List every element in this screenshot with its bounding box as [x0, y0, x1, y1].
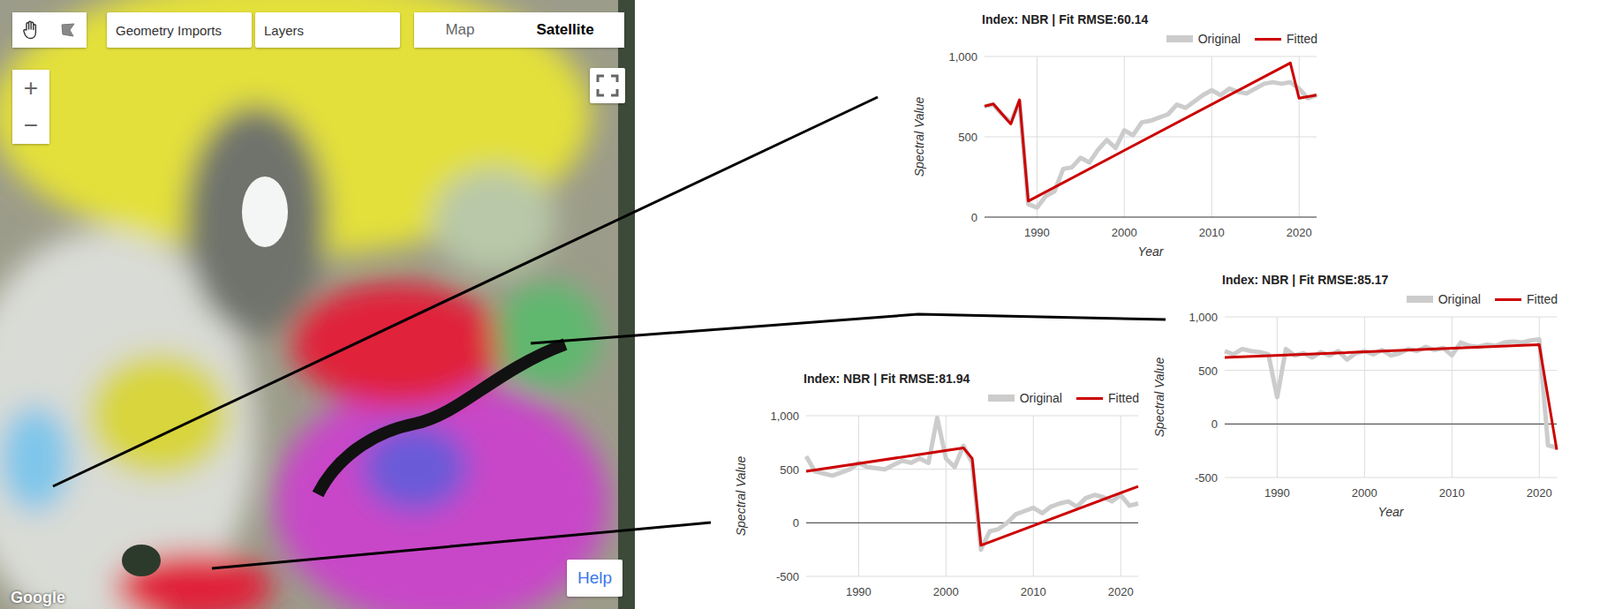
x-tick-label: 2010 — [1439, 486, 1465, 500]
grid-line — [806, 522, 1139, 524]
fitted-series — [984, 62, 1317, 202]
grid-line — [1224, 369, 1557, 371]
fullscreen-button[interactable] — [589, 67, 626, 104]
x-tick-label: 1990 — [1024, 226, 1050, 240]
y-tick-label: -500 — [1194, 471, 1218, 485]
original-swatch — [1406, 295, 1434, 303]
zoom-button[interactable]: + — [12, 69, 50, 107]
grid-line — [1033, 415, 1034, 577]
original-series — [984, 82, 1317, 208]
legend-item: Fitted — [1076, 391, 1140, 406]
chart-plot: 0 500 1,000 1990 2000 2010 2020 Spectral Value Y… — [907, 49, 1323, 267]
x-axis-label: Year — [1378, 505, 1405, 520]
y-tick-label: 500 — [1198, 364, 1218, 378]
legend-item: Original — [988, 391, 1063, 406]
x-tick-label: 2000 — [1111, 226, 1138, 240]
x-tick-label: 2000 — [933, 585, 959, 599]
chart-legend: Original Fitted — [1147, 288, 1563, 310]
map-attribution: Google — [10, 588, 66, 608]
satellite-imagery — [0, 0, 635, 609]
help-button[interactable]: Help — [566, 559, 623, 597]
grid-line — [1451, 316, 1453, 478]
leader-lines — [0, 0, 1600, 609]
x-tick-label: 2010 — [1199, 226, 1225, 240]
grid-line — [984, 217, 1317, 219]
y-axis-label: Spectral Value — [912, 97, 927, 178]
fitted-series — [806, 447, 1139, 545]
fitted-swatch — [1494, 298, 1522, 302]
polygon-icon — [59, 21, 77, 39]
zoom-button[interactable]: − — [12, 106, 50, 144]
geometry-imports-button[interactable]: Geometry Imports — [106, 12, 252, 48]
chart-legend: Original Fitted — [907, 28, 1323, 50]
map-type-button[interactable]: Satellite — [505, 12, 625, 48]
fitted-swatch — [1254, 37, 1282, 41]
chart-title: Index: NBR | Fit RMSE:81.94 — [729, 369, 1145, 388]
original-swatch — [1166, 35, 1193, 43]
map-type-toggle: MapSatellite — [414, 12, 625, 48]
legend-item: Original — [1406, 292, 1481, 307]
y-tick-label: 0 — [1211, 417, 1218, 431]
leader-line — [211, 522, 711, 569]
map[interactable]: Geometry ImportsLayers MapSatellite +− Help… — [0, 0, 635, 609]
leader-line — [52, 97, 878, 487]
x-tick-label: 2020 — [1286, 226, 1313, 240]
grid-line — [1224, 423, 1557, 425]
y-tick-label: 1,000 — [769, 409, 800, 423]
time-series-chart: Index: NBR | Fit RMSE:85.17 Original Fitte… — [1147, 271, 1563, 528]
chart-plot: -500 0 500 1,000 1990 2000 2010 2020 Spectral Va… — [1147, 309, 1563, 528]
y-axis-label: Spectral Value — [1152, 357, 1167, 438]
y-axis-label: Spectral Value — [733, 456, 748, 537]
chart-plot: -500 0 500 1,000 1990 2000 2010 2020 Spectral Va… — [729, 408, 1145, 605]
page: Geometry ImportsLayers MapSatellite +− Help… — [0, 0, 1600, 609]
chart-legend: Original Fitted — [729, 387, 1145, 409]
layers-button[interactable]: Layers — [255, 12, 400, 48]
y-tick-label: 1,000 — [948, 50, 978, 64]
y-tick-label: 0 — [792, 516, 800, 530]
x-tick-label: 2000 — [1351, 486, 1378, 500]
y-tick-label: 500 — [958, 130, 978, 144]
pan-tool[interactable] — [12, 12, 50, 48]
time-series-chart: Index: NBR | Fit RMSE:60.14 Original Fitte… — [907, 10, 1323, 267]
y-tick-label: -500 — [776, 570, 800, 584]
grid-line — [1224, 316, 1557, 318]
hand-icon — [22, 20, 40, 40]
leader-line — [530, 314, 1166, 344]
legend-item: Original — [1166, 31, 1241, 46]
fitted-swatch — [1076, 397, 1103, 400]
chart-title: Index: NBR | Fit RMSE:60.14 — [907, 10, 1323, 29]
x-tick-label: 2010 — [1020, 585, 1047, 599]
grid-line — [806, 415, 1139, 417]
drawing-tools — [12, 12, 87, 48]
grid-line — [1364, 316, 1366, 478]
legend-item: Fitted — [1254, 31, 1318, 46]
grid-line — [1224, 477, 1557, 479]
polygon-tool[interactable] — [49, 12, 87, 48]
y-tick-label: 500 — [779, 463, 800, 477]
map-toolbar: Geometry ImportsLayers MapSatellite — [12, 12, 625, 48]
map-type-button[interactable]: Map — [414, 12, 506, 48]
chart-title: Index: NBR | Fit RMSE:85.17 — [1147, 271, 1563, 289]
x-tick-label: 1990 — [1264, 486, 1291, 500]
time-series-chart: Index: NBR | Fit RMSE:81.94 Original Fitte… — [729, 369, 1145, 605]
grid-line — [858, 415, 860, 577]
x-axis-label: Year — [1138, 244, 1165, 259]
grid-line — [945, 415, 947, 577]
x-tick-label: 2020 — [1108, 585, 1134, 599]
y-tick-label: 1,000 — [1188, 310, 1218, 325]
zoom-control: +− — [12, 69, 50, 144]
fitted-series — [1224, 345, 1557, 451]
fullscreen-icon — [596, 74, 619, 98]
original-swatch — [988, 394, 1015, 402]
original-series — [806, 417, 1139, 550]
grid-line — [806, 576, 1139, 578]
legend-item: Fitted — [1494, 292, 1558, 307]
y-tick-label: 0 — [971, 211, 978, 225]
x-tick-label: 2020 — [1526, 486, 1553, 500]
x-tick-label: 1990 — [845, 585, 872, 599]
grid-line — [984, 56, 1317, 58]
